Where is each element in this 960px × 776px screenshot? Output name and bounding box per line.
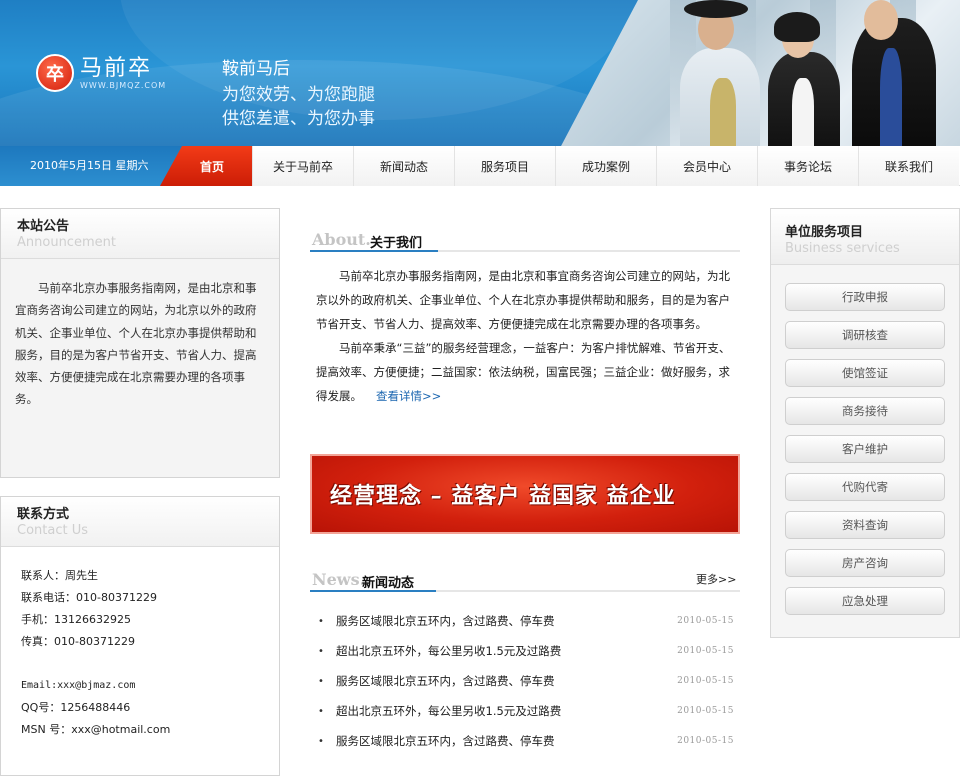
news-item-date: 2010-05-15	[677, 646, 734, 656]
news-more-link[interactable]: 更多>>	[696, 571, 736, 587]
contact-mobile: 手机：13126632925	[21, 613, 131, 626]
news-item-title[interactable]: 超出北京五环外，每公里另收1.5元及过路费	[336, 643, 677, 659]
contact-fax: 传真：010-80371229	[21, 635, 135, 648]
bullet-icon: •	[318, 705, 324, 717]
about-heading-en: About.	[312, 230, 371, 249]
business-philosophy-banner: 经营理念 – 益客户 益国家 益企业	[310, 454, 740, 534]
service-button-purchasing[interactable]: 代购代寄	[785, 473, 945, 501]
bullet-icon: •	[318, 675, 324, 687]
news-item[interactable]: • 服务区域限北京五环内，含过路费、停车费 2010-05-15	[318, 666, 734, 696]
contact-panel: 联系方式 Contact Us 联系人：周先生 联系电话：010-8037122…	[0, 496, 280, 776]
news-list: • 服务区域限北京五环内，含过路费、停车费 2010-05-15 • 超出北京五…	[318, 606, 734, 756]
news-section-header: News. 新闻动态	[310, 560, 740, 592]
main-navigation: 2010年5月15日 星期六 首页 关于马前卒 新闻动态 服务项目 成功案例 会…	[0, 146, 960, 186]
news-item-title[interactable]: 超出北京五环外，每公里另收1.5元及过路费	[336, 703, 677, 719]
logo-mark-icon: 卒	[36, 54, 74, 92]
about-heading-cn: 关于我们	[370, 236, 423, 251]
service-button-info-lookup[interactable]: 资料查询	[785, 511, 945, 539]
about-underline	[310, 250, 438, 252]
news-item[interactable]: • 超出北京五环外，每公里另收1.5元及过路费 2010-05-15	[318, 696, 734, 726]
contact-qq: QQ号：1256488446	[21, 701, 131, 714]
service-button-research[interactable]: 调研核查	[785, 321, 945, 349]
contact-subtitle: Contact Us	[17, 523, 88, 538]
news-heading-cn: 新闻动态	[362, 576, 415, 591]
news-item[interactable]: • 服务区域限北京五环内，含过路费、停车费 2010-05-15	[318, 726, 734, 756]
news-item-title[interactable]: 服务区域限北京五环内，含过路费、停车费	[336, 733, 677, 749]
services-subtitle: Business services	[785, 241, 900, 256]
header-slogan: 鞍前马后 为您效劳、为您跑腿 供您差遣、为您办事	[222, 54, 375, 131]
banner-text: 经营理念 – 益客户 益国家 益企业	[330, 483, 676, 509]
about-paragraph-1: 马前卒北京办事服务指南网，是由北京和事宜商务咨询公司建立的网站，为北京以外的政府…	[316, 269, 730, 331]
service-button-real-estate[interactable]: 房产咨询	[785, 549, 945, 577]
announcement-subtitle: Announcement	[17, 235, 116, 250]
about-section-header: About. 关于我们	[310, 220, 740, 252]
bullet-icon: •	[318, 735, 324, 747]
nav-item-contact[interactable]: 联系我们	[858, 146, 959, 186]
contact-title: 联系方式	[17, 507, 70, 522]
news-item-date: 2010-05-15	[677, 676, 734, 686]
about-body: 马前卒北京办事服务指南网，是由北京和事宜商务咨询公司建立的网站，为北京以外的政府…	[316, 264, 738, 408]
services-title: 单位服务项目	[785, 225, 864, 240]
contact-email: Email:xxx@bjmaz.com	[21, 680, 136, 691]
announcement-panel: 本站公告 Announcement 马前卒北京办事服务指南网，是由北京和事宜商务…	[0, 208, 280, 478]
news-item-title[interactable]: 服务区域限北京五环内，含过路费、停车费	[336, 613, 677, 629]
service-button-admin-filing[interactable]: 行政申报	[785, 283, 945, 311]
nav-item-news[interactable]: 新闻动态	[353, 146, 454, 186]
bullet-icon: •	[318, 645, 324, 657]
about-paragraph-2: 马前卒秉承“三益”的服务经营理念，一益客户：为客户排忧解难、节省开支、提高效率、…	[316, 336, 738, 408]
nav-item-members[interactable]: 会员中心	[656, 146, 757, 186]
slogan-title: 鞍前马后	[222, 59, 290, 79]
service-button-reception[interactable]: 商务接待	[785, 397, 945, 425]
news-item-date: 2010-05-15	[677, 736, 734, 746]
nav-item-services[interactable]: 服务项目	[454, 146, 555, 186]
services-panel: 单位服务项目 Business services 行政申报 调研核查 使馆签证 …	[770, 208, 960, 638]
nav-item-cases[interactable]: 成功案例	[555, 146, 656, 186]
current-date: 2010年5月15日 星期六	[30, 159, 149, 172]
service-button-emergency[interactable]: 应急处理	[785, 587, 945, 615]
news-item-date: 2010-05-15	[677, 706, 734, 716]
news-item-date: 2010-05-15	[677, 616, 734, 626]
nav-item-about[interactable]: 关于马前卒	[252, 146, 353, 186]
logo-name: 马前卒	[80, 55, 153, 81]
slogan-line-1: 为您效劳、为您跑腿	[222, 85, 375, 105]
contact-msn: MSN 号：xxx@hotmail.com	[21, 723, 171, 736]
contact-phone: 联系电话：010-80371229	[21, 591, 157, 604]
news-underline	[310, 590, 436, 592]
announcement-title: 本站公告	[17, 219, 70, 234]
announcement-text: 马前卒北京办事服务指南网，是由北京和事宜商务咨询公司建立的网站，为北京以外的政府…	[15, 281, 257, 407]
header-banner: 卒 马前卒 WWW.BJMQZ.COM 鞍前马后 为您效劳、为您跑腿 供您差遣、…	[0, 0, 960, 148]
logo-url: WWW.BJMQZ.COM	[80, 80, 167, 90]
bullet-icon: •	[318, 615, 324, 627]
news-item-title[interactable]: 服务区域限北京五环内，含过路费、停车费	[336, 673, 677, 689]
contact-person: 联系人：周先生	[21, 569, 98, 582]
slogan-line-2: 供您差遣、为您办事	[222, 109, 375, 129]
about-more-link[interactable]: 查看详情>>	[376, 389, 441, 403]
news-heading-en: News.	[312, 570, 366, 589]
nav-item-forum[interactable]: 事务论坛	[757, 146, 858, 186]
service-button-visa[interactable]: 使馆签证	[785, 359, 945, 387]
service-button-client-care[interactable]: 客户维护	[785, 435, 945, 463]
site-logo[interactable]: 卒 马前卒 WWW.BJMQZ.COM	[36, 54, 166, 92]
news-item[interactable]: • 服务区域限北京五环内，含过路费、停车费 2010-05-15	[318, 606, 734, 636]
news-item[interactable]: • 超出北京五环外，每公里另收1.5元及过路费 2010-05-15	[318, 636, 734, 666]
